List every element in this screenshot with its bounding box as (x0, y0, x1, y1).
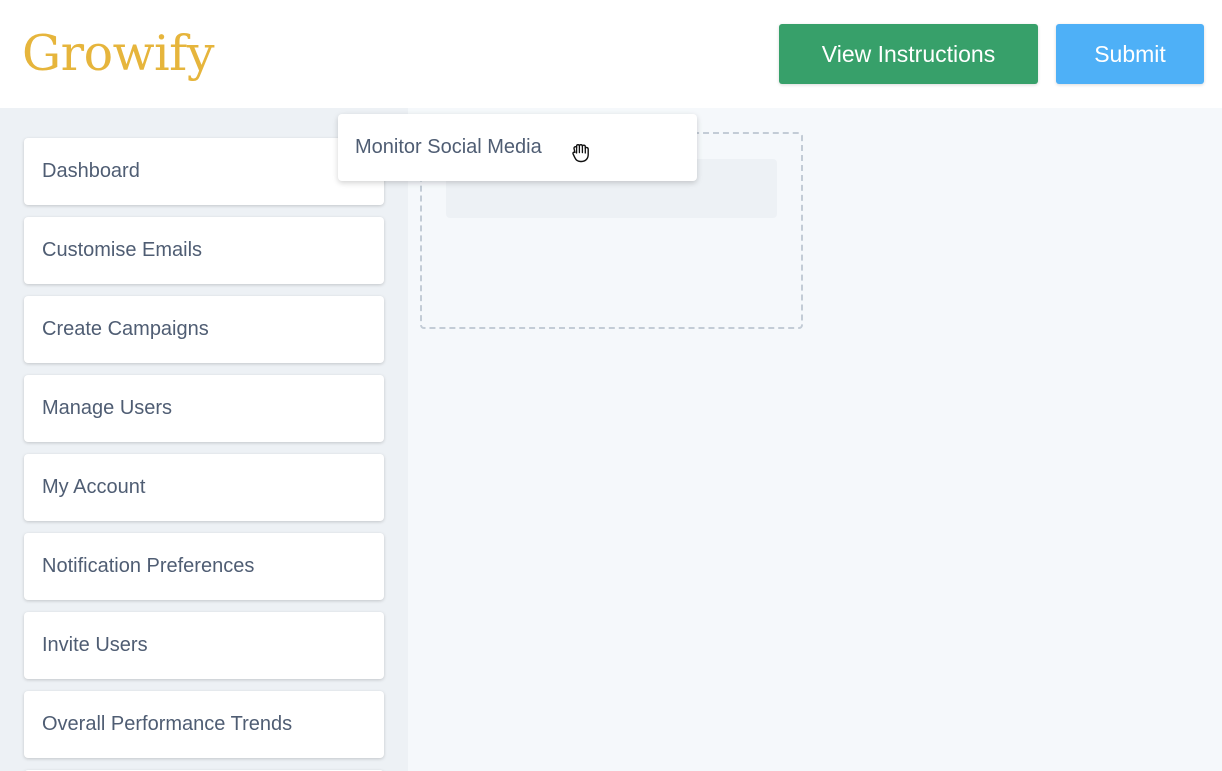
sidebar-item-invite-users[interactable]: Invite Users (24, 612, 384, 679)
sidebar-item-create-campaigns[interactable]: Create Campaigns (24, 296, 384, 363)
growify-logo: Growify (22, 25, 215, 82)
submit-button[interactable]: Submit (1056, 24, 1204, 84)
dragging-item-monitor-social-media[interactable]: Monitor Social Media (338, 114, 697, 181)
sidebar-item-overall-performance-trends[interactable]: Overall Performance Trends (24, 691, 384, 758)
view-instructions-button[interactable]: View Instructions (779, 24, 1038, 84)
sidebar-item-manage-users[interactable]: Manage Users (24, 375, 384, 442)
top-header: Growify View Instructions Submit (0, 0, 1222, 108)
app-root: Growify View Instructions Submit Dashboa… (0, 0, 1222, 771)
sidebar-item-customise-emails[interactable]: Customise Emails (24, 217, 384, 284)
sidebar-item-my-account[interactable]: My Account (24, 454, 384, 521)
sidebar-item-notification-preferences[interactable]: Notification Preferences (24, 533, 384, 600)
sidebar-item-dashboard[interactable]: Dashboard (24, 138, 384, 205)
grab-hand-icon (572, 143, 589, 163)
